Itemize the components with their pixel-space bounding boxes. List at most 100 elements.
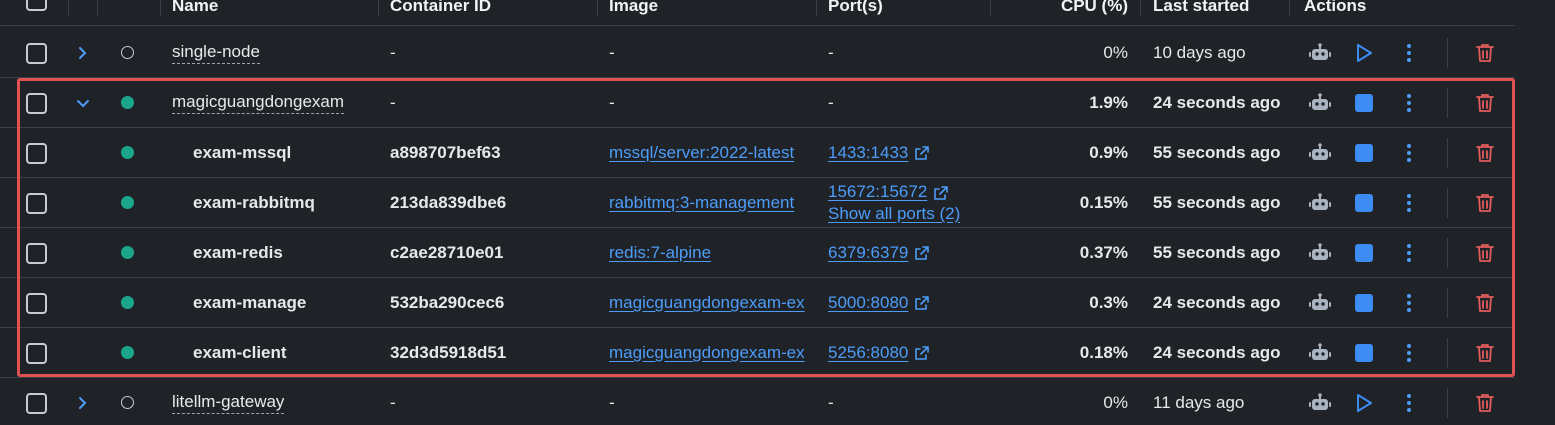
container-name-text[interactable]: magicguangdongexam [172, 92, 345, 114]
container-name[interactable]: exam-client [193, 328, 287, 378]
trash-icon[interactable] [1473, 228, 1497, 278]
robot-icon[interactable] [1307, 278, 1333, 328]
show-all-ports-link[interactable]: Show all ports (2) [828, 203, 960, 225]
container-name[interactable]: single-node [172, 28, 260, 78]
column-header-ports[interactable]: Port(s) [828, 0, 883, 26]
cpu-usage: 0% [1103, 43, 1128, 62]
stop-icon[interactable] [1352, 178, 1376, 228]
column-header-name[interactable]: Name [172, 0, 218, 26]
actions-divider [1447, 188, 1448, 218]
chevron-right-icon[interactable] [75, 44, 91, 62]
trash-icon[interactable] [1473, 78, 1497, 128]
kebab-menu-icon[interactable] [1398, 378, 1420, 425]
container-id: 213da839dbe6 [390, 193, 507, 212]
port-link[interactable]: 5256:8080 [828, 343, 908, 363]
image-link[interactable]: redis:7-alpine [609, 243, 711, 263]
trash-icon[interactable] [1473, 28, 1497, 78]
image-link[interactable]: magicguangdongexam-ex [609, 343, 805, 363]
header-divider [378, 0, 379, 16]
header-divider [160, 0, 161, 16]
container-name[interactable]: litellm-gateway [172, 378, 285, 425]
container-name-text[interactable]: single-node [172, 42, 260, 64]
table-row[interactable]: exam-redis c2ae28710e01 redis:7-alpine 6… [0, 228, 1515, 278]
container-name[interactable]: exam-manage [193, 278, 306, 328]
image-link[interactable]: magicguangdongexam-ex [609, 293, 805, 313]
actions-divider [1447, 338, 1448, 368]
port-link[interactable]: 6379:6379 [828, 243, 908, 263]
table-row[interactable]: exam-rabbitmq 213da839dbe6 rabbitmq:3-ma… [0, 178, 1515, 228]
row-checkbox[interactable] [26, 193, 47, 214]
table-row[interactable]: litellm-gateway - - - 0% 11 days ago [0, 378, 1515, 425]
last-started: 55 seconds ago [1153, 143, 1281, 162]
port-link[interactable]: 5000:8080 [828, 293, 908, 313]
container-name-text[interactable]: litellm-gateway [172, 392, 285, 414]
row-checkbox[interactable] [26, 93, 47, 114]
container-name[interactable]: exam-rabbitmq [193, 178, 315, 228]
row-checkbox[interactable] [26, 293, 47, 314]
container-name[interactable]: magicguangdongexam [172, 78, 345, 128]
external-link-icon[interactable] [914, 345, 930, 361]
external-link-icon[interactable] [914, 245, 930, 261]
select-all-checkbox[interactable] [26, 0, 47, 11]
stop-icon[interactable] [1352, 228, 1376, 278]
image-link[interactable]: mssql/server:2022-latest [609, 143, 794, 163]
table-row[interactable]: exam-client 32d3d5918d51 magicguangdonge… [0, 328, 1515, 378]
robot-icon[interactable] [1307, 228, 1333, 278]
table-row[interactable]: magicguangdongexam - - - 1.9% 24 seconds… [0, 78, 1515, 128]
stop-icon[interactable] [1352, 78, 1376, 128]
column-header-image[interactable]: Image [609, 0, 658, 26]
robot-icon[interactable] [1307, 178, 1333, 228]
kebab-menu-icon[interactable] [1398, 128, 1420, 178]
chevron-right-icon[interactable] [75, 394, 91, 412]
image-link[interactable]: rabbitmq:3-management [609, 193, 794, 213]
robot-icon[interactable] [1307, 128, 1333, 178]
stop-icon[interactable] [1352, 128, 1376, 178]
kebab-menu-icon[interactable] [1398, 28, 1420, 78]
robot-icon[interactable] [1307, 328, 1333, 378]
kebab-menu-icon[interactable] [1398, 178, 1420, 228]
stop-icon[interactable] [1352, 328, 1376, 378]
row-checkbox[interactable] [26, 393, 47, 414]
trash-icon[interactable] [1473, 328, 1497, 378]
chevron-down-icon[interactable] [75, 94, 91, 112]
table-row[interactable]: single-node - - - 0% 10 days ago [0, 28, 1515, 78]
header-divider [1140, 0, 1141, 16]
table-header: Name Container ID Image Port(s) CPU (%) … [0, 0, 1515, 26]
robot-icon[interactable] [1307, 28, 1333, 78]
trash-icon[interactable] [1473, 378, 1497, 425]
actions-divider [1447, 288, 1448, 318]
column-header-cpu[interactable]: CPU (%) [1000, 0, 1128, 26]
column-header-last-started[interactable]: Last started [1153, 0, 1249, 26]
row-checkbox[interactable] [26, 343, 47, 364]
play-icon[interactable] [1352, 378, 1376, 425]
running-dot-icon [121, 246, 134, 259]
external-link-icon[interactable] [933, 185, 949, 201]
kebab-menu-icon[interactable] [1398, 328, 1420, 378]
trash-icon[interactable] [1473, 178, 1497, 228]
trash-icon[interactable] [1473, 278, 1497, 328]
external-link-icon[interactable] [914, 145, 930, 161]
row-checkbox[interactable] [26, 143, 47, 164]
table-row[interactable]: exam-manage 532ba290cec6 magicguangdonge… [0, 278, 1515, 328]
play-icon[interactable] [1352, 28, 1376, 78]
robot-icon[interactable] [1307, 378, 1333, 425]
row-checkbox[interactable] [26, 243, 47, 264]
row-checkbox[interactable] [26, 43, 47, 64]
container-image: - [609, 43, 615, 62]
kebab-menu-icon[interactable] [1398, 78, 1420, 128]
container-id: - [390, 393, 396, 412]
running-dot-icon [121, 196, 134, 209]
column-header-container-id[interactable]: Container ID [390, 0, 491, 26]
kebab-menu-icon[interactable] [1398, 228, 1420, 278]
table-row[interactable]: exam-mssql a898707bef63 mssql/server:202… [0, 128, 1515, 178]
container-name[interactable]: exam-redis [193, 228, 283, 278]
running-dot-icon [121, 346, 134, 359]
port-link[interactable]: 15672:15672 [828, 182, 927, 201]
robot-icon[interactable] [1307, 78, 1333, 128]
kebab-menu-icon[interactable] [1398, 278, 1420, 328]
port-link[interactable]: 1433:1433 [828, 143, 908, 163]
stop-icon[interactable] [1352, 278, 1376, 328]
external-link-icon[interactable] [914, 295, 930, 311]
container-name[interactable]: exam-mssql [193, 128, 291, 178]
trash-icon[interactable] [1473, 128, 1497, 178]
